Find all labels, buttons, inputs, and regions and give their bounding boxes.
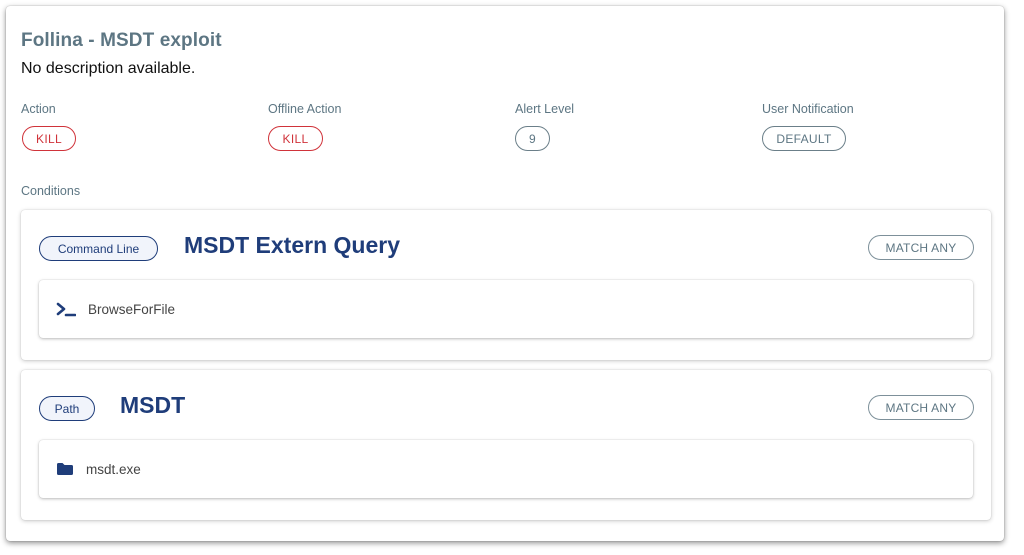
- match-any-badge[interactable]: MATCH ANY: [868, 235, 974, 260]
- condition-card: Path MSDT MATCH ANY msdt.exe: [21, 370, 991, 520]
- action-badge: KILL: [22, 126, 76, 151]
- alert-level-field: Alert Level 9: [515, 102, 575, 151]
- rule-description: No description available.: [21, 60, 196, 77]
- offline-action-label: Offline Action: [268, 102, 342, 116]
- condition-value: BrowseForFile: [88, 301, 176, 317]
- terminal-icon: [56, 301, 76, 317]
- offline-action-field: Offline Action KILL: [268, 102, 342, 151]
- condition-title: MSDT: [120, 392, 186, 418]
- alert-level-label: Alert Level: [515, 102, 575, 116]
- action-field: Action KILL: [21, 102, 76, 151]
- condition-value-row: BrowseForFile: [39, 280, 973, 338]
- condition-card: Command Line MSDT Extern Query MATCH ANY…: [21, 210, 991, 360]
- offline-action-badge: KILL: [268, 126, 323, 151]
- rule-detail-panel: Follina - MSDT exploit No description av…: [6, 6, 1004, 541]
- match-any-badge[interactable]: MATCH ANY: [868, 395, 974, 420]
- condition-value: msdt.exe: [86, 461, 141, 477]
- folder-icon: [56, 462, 74, 476]
- alert-level-badge: 9: [515, 126, 550, 151]
- user-notification-badge: DEFAULT: [762, 126, 846, 151]
- condition-title: MSDT Extern Query: [184, 232, 400, 258]
- condition-value-row: msdt.exe: [39, 440, 973, 498]
- condition-type-badge: Command Line: [39, 236, 158, 261]
- condition-type-badge: Path: [39, 396, 95, 421]
- rule-title: Follina - MSDT exploit: [21, 30, 222, 51]
- action-label: Action: [21, 102, 56, 116]
- conditions-label: Conditions: [21, 184, 81, 198]
- user-notification-field: User Notification DEFAULT: [762, 102, 854, 151]
- user-notification-label: User Notification: [762, 102, 854, 116]
